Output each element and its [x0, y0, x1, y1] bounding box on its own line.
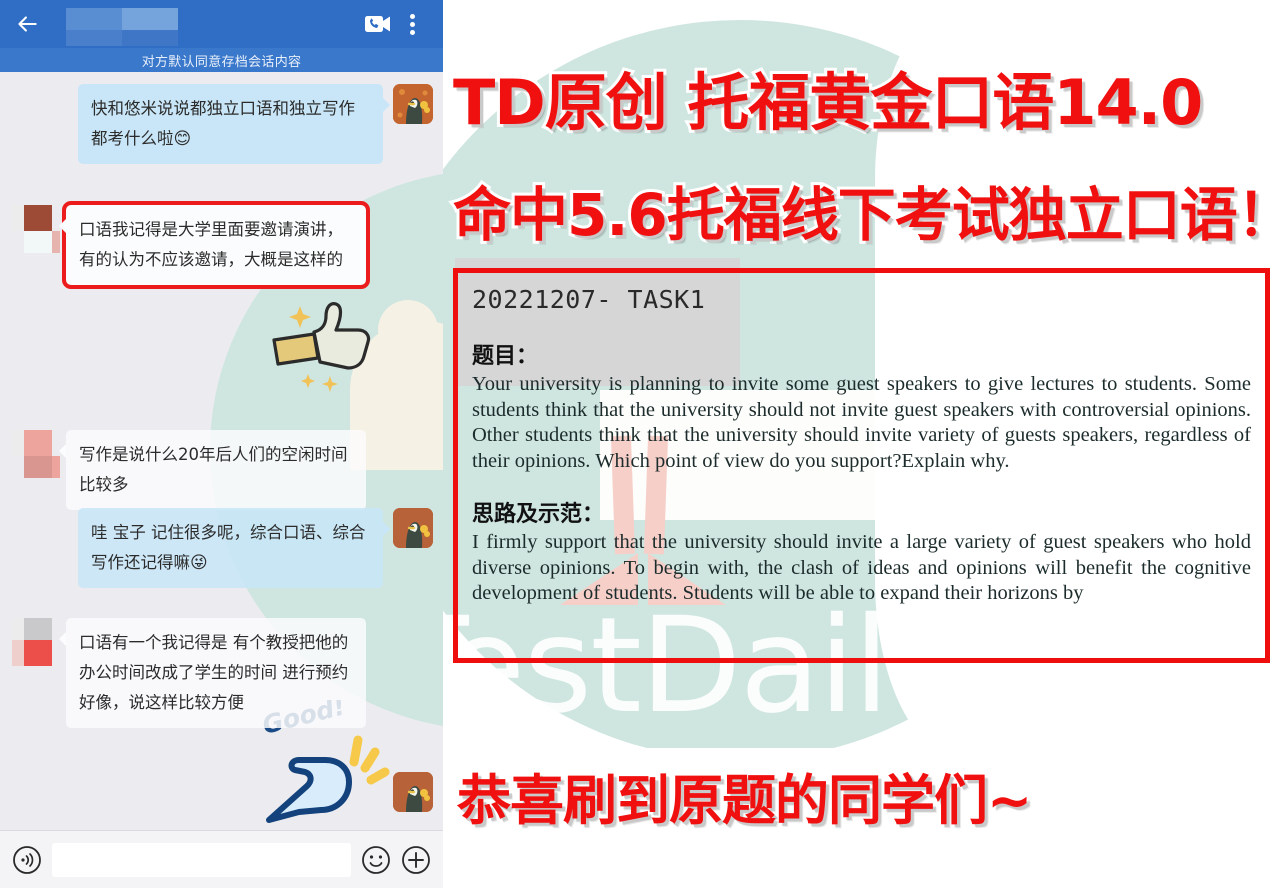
more-options-icon[interactable] [395, 7, 429, 41]
screenshot-root: TestDaily Good! [0, 0, 1280, 888]
message-text: 哇 宝子 记住很多呢，综合口语、综合写作还记得嘛 [91, 523, 366, 572]
message-row-3: 写作是说什么20年后人们的空闲时间比较多 [12, 430, 366, 510]
voice-message-icon[interactable] [12, 845, 42, 875]
document-title: 20221207- TASK1 [472, 285, 706, 314]
message-bubble[interactable]: 快和悠米说说都独立口语和独立写作都考什么啦😊 [78, 84, 390, 164]
message-text: 口语有一个我记得是 有个教授把他的办公时间改成了学生的时间 进行预约好像，说这样… [79, 633, 349, 712]
poster-headline-2: 命中5.6托福线下考试独立口语！ [450, 178, 1280, 252]
penguin-avatar[interactable] [393, 84, 433, 124]
poster-headline-1: TD原创 托福黄金口语14.0 [450, 63, 1206, 142]
chat-panel: Good! [0, 0, 443, 888]
message-list: 快和悠米说说都独立口语和独立写作都考什么啦😊 口语我记得是大学里面要邀请演讲，有… [0, 72, 443, 840]
prompt-text: Your university is planning to invite so… [472, 373, 1251, 472]
message-row-5: 口语有一个我记得是 有个教授把他的办公时间改成了学生的时间 进行预约好像，说这样… [12, 618, 366, 728]
message-row-avatar-only [393, 772, 433, 812]
answer-heading: 思路及示范： [472, 502, 605, 527]
answer-text: I firmly support that the university sho… [472, 531, 1251, 604]
message-row-1: 快和悠米说说都独立口语和独立写作都考什么啦😊 [78, 84, 433, 164]
message-bubble[interactable]: 哇 宝子 记住很多呢，综合口语、综合写作还记得嘛😜 [78, 508, 390, 588]
message-bubble[interactable]: 口语有一个我记得是 有个教授把他的办公时间改成了学生的时间 进行预约好像，说这样… [59, 618, 366, 728]
prompt-heading: 题目： [472, 344, 539, 369]
archive-notice: 对方默认同意存档会话内容 [0, 48, 443, 72]
message-text: 写作是说什么20年后人们的空闲时间比较多 [79, 445, 348, 494]
message-emoji: 😜 [190, 553, 208, 573]
poster-headline-3: 恭喜刷到原题的同学们~ [454, 766, 1035, 835]
penguin-avatar[interactable] [393, 508, 433, 548]
add-attachment-icon[interactable] [401, 845, 431, 875]
message-text: 口语我记得是大学里面要邀请演讲，有的认为不应该邀请，大概是这样的 [79, 220, 343, 269]
video-call-icon[interactable] [361, 7, 395, 41]
message-input[interactable] [52, 842, 351, 877]
chat-header-bar [0, 0, 443, 48]
poster-panel: TD原创 托福黄金口语14.0 命中5.6托福线下考试独立口语！ 2022120… [443, 0, 1280, 888]
chat-input-bar [0, 830, 443, 888]
back-arrow-icon[interactable] [14, 11, 40, 37]
chat-title-redacted [66, 4, 178, 46]
message-bubble[interactable]: 写作是说什么20年后人们的空闲时间比较多 [59, 430, 366, 510]
penguin-avatar[interactable] [393, 772, 433, 812]
message-bubble[interactable]: 口语我记得是大学里面要邀请演讲，有的认为不应该邀请，大概是这样的 [59, 201, 370, 289]
redacted-avatar[interactable] [12, 430, 60, 482]
redacted-avatar[interactable] [12, 205, 60, 257]
redacted-avatar[interactable] [12, 618, 58, 670]
emoji-icon[interactable] [361, 845, 391, 875]
message-emoji: 😊 [173, 129, 192, 149]
question-document-box: 20221207- TASK1 题目： Your university is p… [453, 268, 1270, 663]
message-row-2: 口语我记得是大学里面要邀请演讲，有的认为不应该邀请，大概是这样的 [12, 201, 370, 289]
message-text: 快和悠米说说都独立口语和独立写作都考什么啦 [91, 99, 355, 148]
message-row-4: 哇 宝子 记住很多呢，综合口语、综合写作还记得嘛😜 [78, 508, 433, 588]
